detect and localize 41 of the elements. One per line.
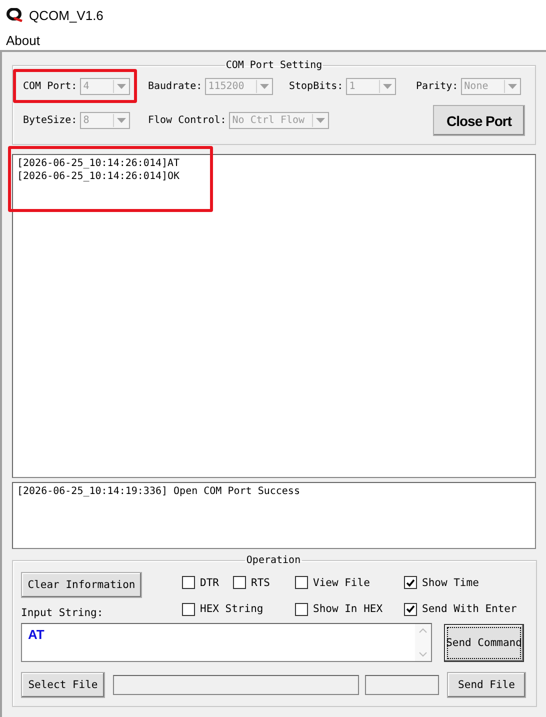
log-line: [2026-06-25_10:14:19:336] Open COM Port Success bbox=[17, 486, 301, 497]
checkbox[interactable] bbox=[182, 602, 195, 616]
checkbox[interactable] bbox=[295, 602, 308, 616]
checkbox-label: RTS bbox=[251, 576, 270, 589]
checkbox-label: View File bbox=[313, 576, 370, 589]
checkbox[interactable] bbox=[404, 576, 417, 590]
checkbox[interactable] bbox=[182, 576, 195, 590]
checkbox-label: Show In HEX bbox=[313, 603, 383, 616]
dropdown-arrow-icon bbox=[116, 118, 126, 123]
send-file-button[interactable]: Send File bbox=[447, 672, 526, 698]
field-label: Baudrate: bbox=[148, 80, 202, 92]
clear-information-button[interactable]: Clear Information bbox=[21, 572, 142, 598]
log-line: [2026-06-25_10:14:26:014]AT bbox=[17, 158, 181, 169]
group-title: Operation bbox=[245, 555, 302, 566]
checkbox-label: DTR bbox=[200, 576, 219, 589]
checkbox[interactable] bbox=[404, 602, 417, 616]
field-label: COM Port: bbox=[23, 80, 78, 92]
app-logo-icon bbox=[6, 8, 24, 22]
field-label: StopBits: bbox=[289, 80, 344, 92]
group-title: COM Port Setting bbox=[224, 60, 324, 71]
dropdown-arrow-icon bbox=[508, 84, 517, 88]
checkbox-label: Show Time bbox=[422, 576, 479, 589]
dropdown-arrow-icon bbox=[382, 84, 392, 88]
checkbox[interactable] bbox=[233, 576, 246, 590]
dropdown-arrow-icon bbox=[316, 118, 325, 123]
checkbox-label: Send With Enter bbox=[422, 603, 517, 616]
file-path-field[interactable] bbox=[113, 675, 359, 695]
close-port-button[interactable]: Close Port bbox=[433, 105, 525, 136]
checkbox[interactable] bbox=[295, 576, 308, 590]
field-label: ByteSize: bbox=[23, 115, 78, 126]
menu-item[interactable]: About bbox=[6, 32, 40, 48]
checkbox-label: HEX String bbox=[200, 603, 264, 616]
dropdown-arrow-icon bbox=[116, 84, 126, 88]
input-label: Input String: bbox=[21, 607, 104, 619]
dropdown-arrow-icon bbox=[260, 84, 269, 88]
field-label: Parity: bbox=[416, 80, 458, 92]
field-label: Flow Control: bbox=[148, 115, 226, 126]
select-file-button[interactable]: Select File bbox=[21, 672, 105, 698]
log-line: [2026-06-25_10:14:26:014]OK bbox=[17, 171, 181, 182]
window-title: QCOM_V1.6 bbox=[29, 8, 104, 22]
send-command-button[interactable]: Send Command bbox=[444, 624, 524, 662]
